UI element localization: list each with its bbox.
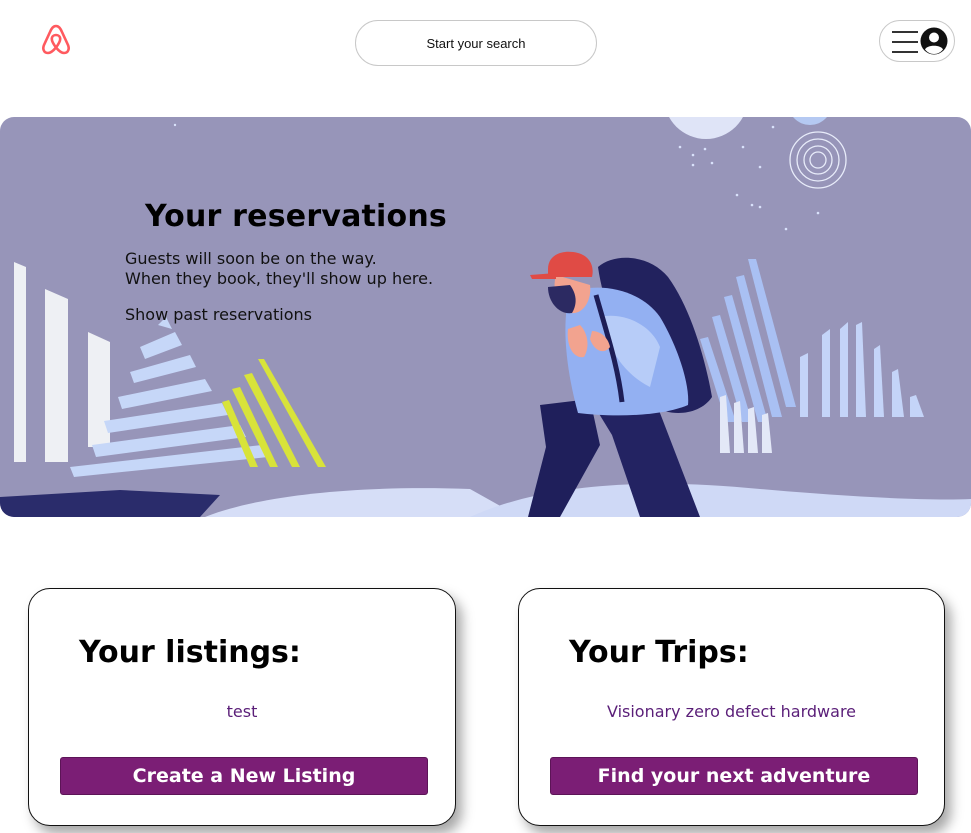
reservations-description: Guests will soon be on the way. When the… bbox=[125, 249, 433, 289]
listing-item[interactable]: test bbox=[29, 702, 455, 721]
hamburger-icon bbox=[892, 31, 918, 53]
show-past-reservations-link[interactable]: Show past reservations bbox=[125, 305, 312, 324]
trip-item[interactable]: Visionary zero defect hardware bbox=[519, 702, 944, 721]
search-button[interactable]: Start your search bbox=[355, 20, 597, 66]
airbnb-logo-icon[interactable] bbox=[38, 22, 74, 58]
user-avatar-icon bbox=[920, 27, 948, 55]
create-listing-button[interactable]: Create a New Listing bbox=[60, 757, 428, 795]
trips-card: Your Trips: Visionary zero defect hardwa… bbox=[518, 588, 945, 826]
listings-title: Your listings: bbox=[79, 635, 301, 670]
trips-title: Your Trips: bbox=[569, 635, 749, 670]
reservations-banner: Your reservations Guests will soon be on… bbox=[0, 117, 971, 517]
user-menu-button[interactable] bbox=[879, 20, 955, 62]
reservations-title: Your reservations bbox=[145, 199, 447, 234]
search-label: Start your search bbox=[426, 35, 526, 51]
find-adventure-button[interactable]: Find your next adventure bbox=[550, 757, 918, 795]
listings-card: Your listings: test Create a New Listing bbox=[28, 588, 456, 826]
reservations-line2: When they book, they'll show up here. bbox=[125, 269, 434, 288]
reservations-line1: Guests will soon be on the way. bbox=[125, 249, 377, 268]
